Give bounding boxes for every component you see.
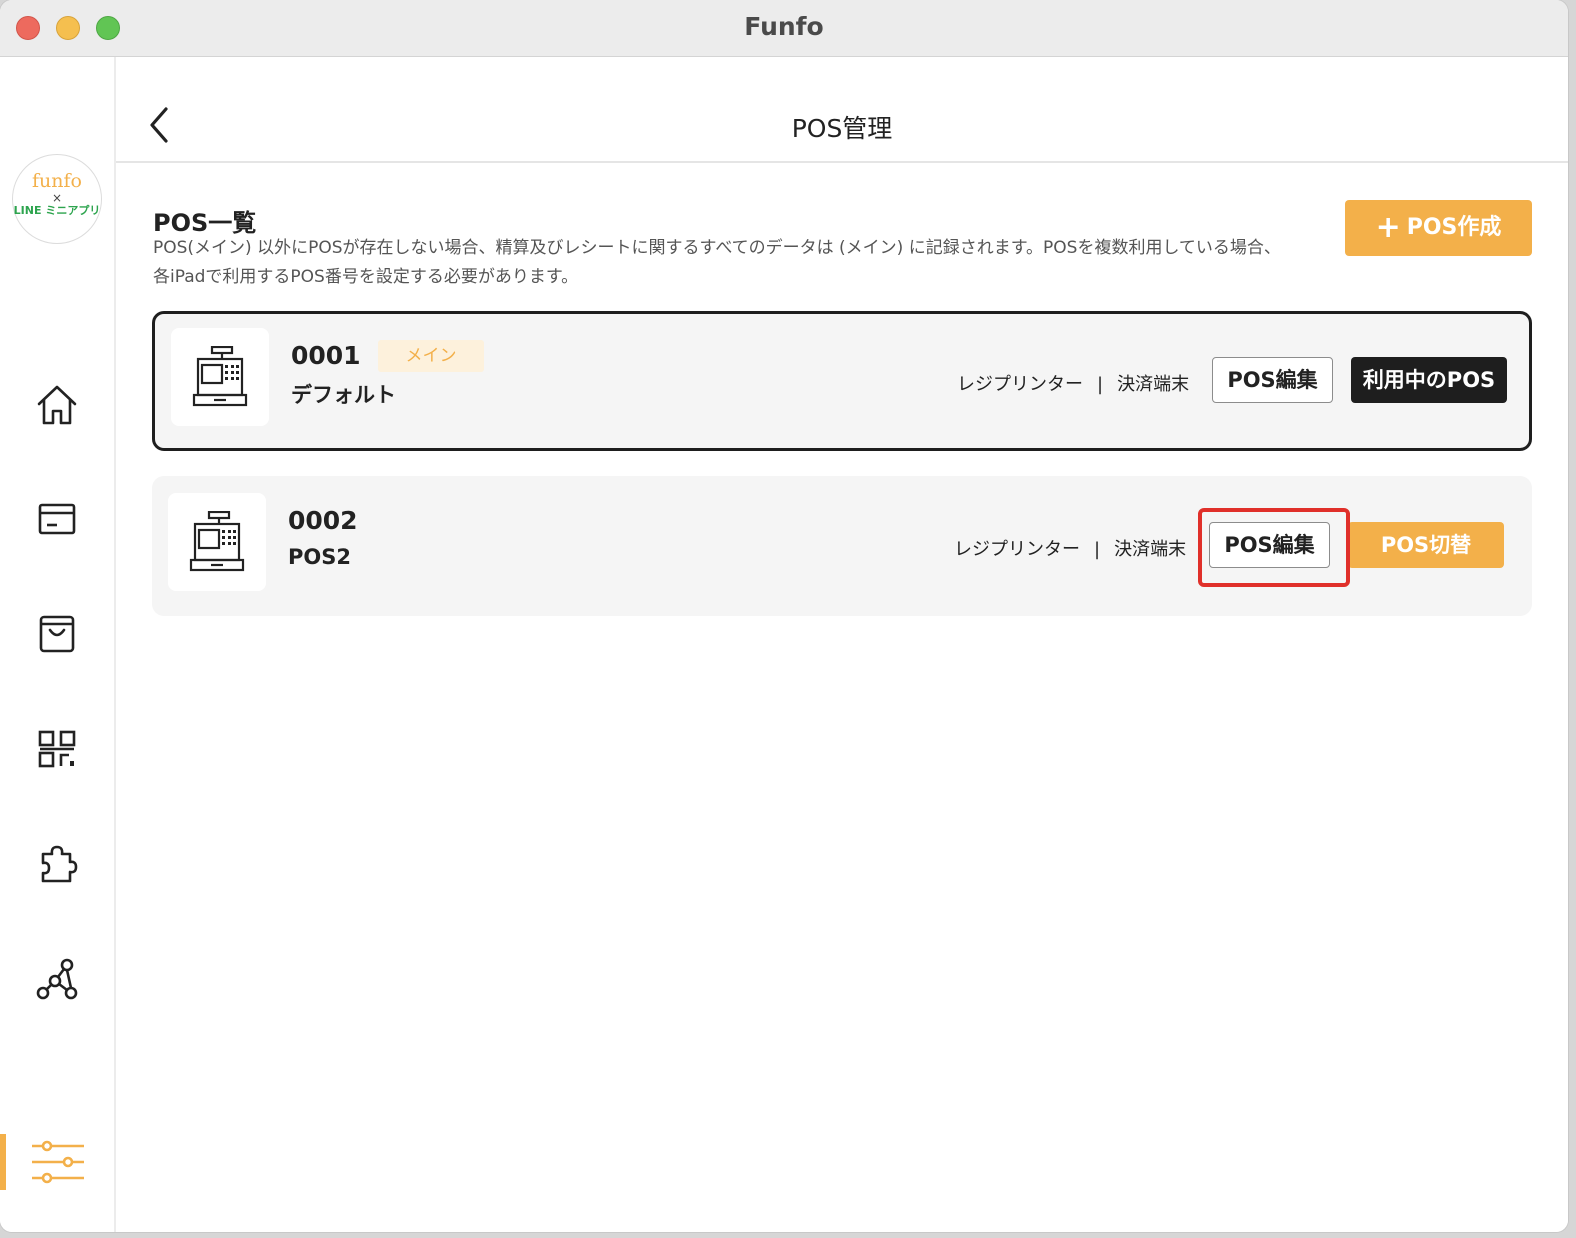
printer-label: レジプリンター	[957, 374, 1083, 395]
pos-number: 0001	[291, 341, 361, 370]
page-title: POS管理	[791, 114, 893, 143]
cash-register-tile	[171, 328, 269, 426]
sidebar-active-indicator	[0, 1134, 6, 1190]
network-icon	[36, 958, 78, 1000]
pos-card-0001[interactable]: 0001 メイン デフォルト レジプリンター | 決済端末 POS編集 利用中のPO…	[152, 311, 1532, 451]
sidebar-item-extensions[interactable]	[33, 840, 81, 888]
main-badge: メイン	[378, 340, 484, 372]
cash-register-icon	[192, 346, 248, 407]
pos-number: 0002	[288, 506, 358, 535]
main-content: POS管理 POS一覧 POS(メイン) 以外にPOSが存在しない場合、精算及び…	[116, 57, 1568, 1232]
sidebar-item-orders[interactable]	[33, 610, 81, 658]
app-logo[interactable]: funfo × LINE ミニアプリ	[12, 154, 102, 244]
shopping-bag-icon	[39, 615, 75, 653]
create-pos-button[interactable]: + POS作成	[1345, 200, 1532, 256]
highlight-annotation	[1198, 508, 1350, 587]
separator: |	[1097, 374, 1104, 395]
edit-pos-button[interactable]: POS編集	[1212, 357, 1333, 403]
cash-register-icon	[189, 511, 245, 572]
sidebar-item-payment[interactable]	[33, 496, 81, 544]
sidebar-item-integrations[interactable]	[33, 955, 81, 1003]
switch-pos-button[interactable]: POS切替	[1348, 522, 1504, 568]
section-title: POS一覧	[153, 209, 257, 237]
pos-in-use-button[interactable]: 利用中のPOS	[1351, 357, 1507, 403]
logo-partner: LINE ミニアプリ	[13, 204, 101, 217]
pos-name: デフォルト	[291, 383, 396, 407]
sidebar: funfo × LINE ミニアプリ	[0, 57, 116, 1232]
page-header: POS管理	[116, 57, 1568, 163]
logo-brand: funfo	[32, 170, 82, 192]
terminal-label: 決済端末	[1117, 374, 1190, 395]
app-window: Funfo funfo × LINE ミニアプリ POS管理 POS一覧 POS…	[0, 0, 1568, 1232]
title-bar: Funfo	[0, 0, 1568, 57]
logo-cross: ×	[51, 191, 63, 205]
sidebar-item-qr[interactable]	[33, 725, 81, 773]
device-info: レジプリンター | 決済端末	[954, 535, 1186, 561]
section-description: POS(メイン) 以外にPOSが存在しない場合、精算及びレシートに関するすべての…	[153, 234, 1313, 292]
description-line-1: POS(メイン) 以外にPOSが存在しない場合、精算及びレシートに関するすべての…	[153, 238, 1281, 258]
create-pos-label: POS作成	[1406, 215, 1502, 240]
device-info: レジプリンター | 決済端末	[957, 370, 1189, 396]
separator: |	[1094, 539, 1101, 560]
sidebar-item-settings[interactable]	[30, 1138, 86, 1186]
terminal-label: 決済端末	[1114, 539, 1187, 560]
window-title: Funfo	[744, 12, 824, 41]
printer-label: レジプリンター	[954, 539, 1080, 560]
puzzle-icon	[41, 845, 78, 883]
qr-code-icon	[38, 730, 76, 768]
cash-register-tile	[168, 493, 266, 591]
plus-icon: +	[1375, 210, 1401, 245]
sidebar-item-home[interactable]	[33, 381, 81, 429]
home-icon	[37, 385, 77, 425]
sliders-icon	[32, 1140, 84, 1184]
description-line-2: 各iPadで利用するPOS番号を設定する必要があります。	[153, 267, 579, 287]
card-icon	[38, 503, 76, 535]
pos-name: POS2	[288, 545, 351, 569]
